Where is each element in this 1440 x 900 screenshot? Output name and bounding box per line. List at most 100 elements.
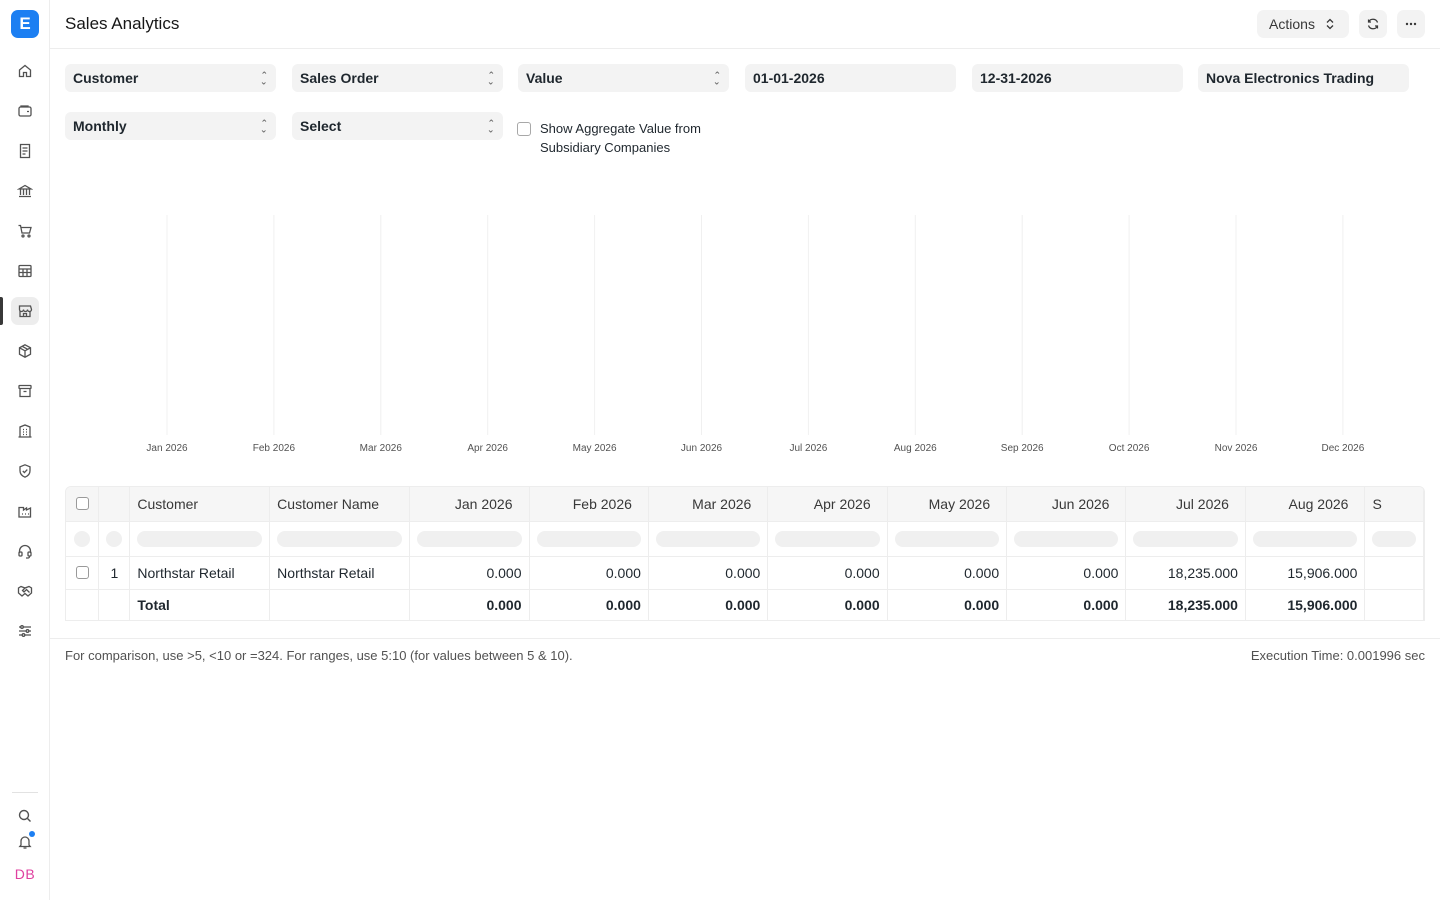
invoice-icon[interactable]	[11, 137, 39, 165]
aggregate-subsidiary-checkbox[interactable]	[517, 122, 531, 136]
building-icon[interactable]	[11, 417, 39, 445]
execution-time: Execution Time: 0.001996 sec	[1250, 648, 1425, 663]
customer-cell[interactable]: Northstar Retail	[129, 556, 271, 590]
actions-label: Actions	[1269, 16, 1315, 32]
value-cell[interactable]: 0.000	[887, 556, 1008, 590]
column-header[interactable]: Aug 2026	[1245, 487, 1366, 522]
curves-value: Select	[300, 118, 342, 134]
column-header[interactable]: Customer Name	[269, 487, 411, 522]
aggregate-subsidiary-option: Show Aggregate Value from Subsidiary Com…	[517, 119, 730, 157]
x-tick-label: Mar 2026	[360, 443, 403, 454]
value-quantity-select[interactable]: Value ⌃ ⌃	[518, 64, 729, 92]
filter-cell[interactable]	[887, 521, 1008, 557]
column-header[interactable]: Jan 2026	[409, 487, 530, 522]
select-all-cell	[66, 487, 100, 522]
column-header[interactable]: Feb 2026	[529, 487, 649, 522]
value-cell[interactable]: 0.000	[648, 556, 769, 590]
filter-placeholder	[775, 530, 880, 547]
search-icon[interactable]	[11, 802, 39, 830]
table-icon[interactable]	[11, 257, 39, 285]
from-date-value: 01-01-2026	[753, 70, 825, 86]
doc-type-select[interactable]: Sales Order ⌃ ⌃	[292, 64, 503, 92]
curves-select[interactable]: Select ⌃ ⌃	[292, 112, 503, 140]
from-date-field[interactable]: 01-01-2026	[745, 64, 956, 92]
value-cell[interactable]: 0.000	[409, 556, 530, 590]
to-date-field[interactable]: 12-31-2026	[972, 64, 1183, 92]
x-tick-label: Sep 2026	[1001, 443, 1044, 454]
store-icon[interactable]	[11, 297, 39, 325]
filter-cell[interactable]	[529, 521, 649, 557]
table-row[interactable]: 1 Northstar Retail Northstar Retail 0.00…	[66, 556, 1424, 590]
row-select-cell	[66, 556, 100, 590]
filter-cell[interactable]	[1006, 521, 1127, 557]
row-index: 1	[98, 556, 131, 590]
x-tick-label: Oct 2026	[1109, 443, 1150, 454]
column-header[interactable]: Apr 2026	[767, 487, 888, 522]
archive-icon[interactable]	[11, 377, 39, 405]
handshake-icon[interactable]	[11, 577, 39, 605]
x-tick-label: Jun 2026	[681, 443, 723, 454]
value-quantity-value: Value	[526, 70, 563, 86]
value-cell[interactable]: 18,235.000	[1125, 556, 1246, 590]
column-header[interactable]: Jun 2026	[1006, 487, 1127, 522]
home-icon[interactable]	[11, 57, 39, 85]
bank-icon[interactable]	[11, 177, 39, 205]
column-header[interactable]: S	[1364, 487, 1424, 522]
filter-cell[interactable]	[269, 521, 411, 557]
filter-cell[interactable]	[1125, 521, 1246, 557]
filter-placeholder	[137, 530, 263, 547]
x-tick-label: Aug 2026	[894, 443, 937, 454]
sidebar: E DB	[0, 0, 50, 900]
actions-button[interactable]: Actions	[1257, 10, 1349, 38]
filter-placeholder	[536, 530, 641, 547]
user-avatar[interactable]: DB	[11, 862, 39, 886]
wallet-icon[interactable]	[11, 97, 39, 125]
factory-icon[interactable]	[11, 497, 39, 525]
filter-placeholder	[1372, 530, 1416, 547]
column-header[interactable]: Mar 2026	[648, 487, 769, 522]
filter-placeholder	[277, 530, 403, 547]
column-header[interactable]: Customer	[129, 487, 271, 522]
filter-placeholder	[1014, 530, 1119, 547]
filter-cell[interactable]	[409, 521, 530, 557]
column-header[interactable]: Jul 2026	[1125, 487, 1246, 522]
package-icon[interactable]	[11, 337, 39, 365]
range-value: Monthly	[73, 118, 127, 134]
filter-cell[interactable]	[767, 521, 888, 557]
notification-bell-icon[interactable]	[11, 828, 39, 856]
company-field[interactable]: Nova Electronics Trading	[1198, 64, 1409, 92]
tree-type-select[interactable]: Customer ⌃ ⌃	[65, 64, 276, 92]
value-cell[interactable]: 0.000	[767, 556, 888, 590]
total-value-cell: 0.000	[409, 589, 530, 620]
customer-name-cell[interactable]: Northstar Retail	[269, 556, 411, 590]
select-chevron-icon: ⌃ ⌃	[713, 70, 721, 87]
filter-cell[interactable]	[648, 521, 769, 557]
more-options-button[interactable]	[1397, 10, 1425, 38]
x-tick-label: Feb 2026	[253, 443, 296, 454]
x-tick-label: Jan 2026	[146, 443, 188, 454]
page-title: Sales Analytics	[65, 14, 180, 33]
filter-placeholder	[1133, 530, 1238, 547]
filter-placeholder	[894, 530, 1000, 547]
shield-icon[interactable]	[11, 457, 39, 485]
value-cell[interactable]: 15,906.000	[1245, 556, 1366, 590]
column-header[interactable]: May 2026	[887, 487, 1008, 522]
to-date-value: 12-31-2026	[980, 70, 1052, 86]
range-select[interactable]: Monthly ⌃ ⌃	[65, 112, 276, 140]
app-logo[interactable]: E	[11, 10, 39, 38]
filter-cell[interactable]	[1245, 521, 1366, 557]
total-empty-cell	[98, 589, 131, 620]
refresh-button[interactable]	[1359, 10, 1387, 38]
total-value-cell: 15,906.000	[1245, 589, 1366, 620]
headset-icon[interactable]	[11, 537, 39, 565]
value-cell[interactable]	[1364, 556, 1424, 590]
cart-icon[interactable]	[11, 217, 39, 245]
value-cell[interactable]: 0.000	[529, 556, 649, 590]
value-cell[interactable]: 0.000	[1006, 556, 1127, 590]
sliders-icon[interactable]	[11, 617, 39, 645]
row-checkbox[interactable]	[75, 566, 89, 579]
sidebar-divider	[12, 792, 38, 793]
filter-cell[interactable]	[1364, 521, 1424, 557]
select-all-checkbox[interactable]	[75, 497, 89, 511]
filter-cell[interactable]	[129, 521, 271, 557]
